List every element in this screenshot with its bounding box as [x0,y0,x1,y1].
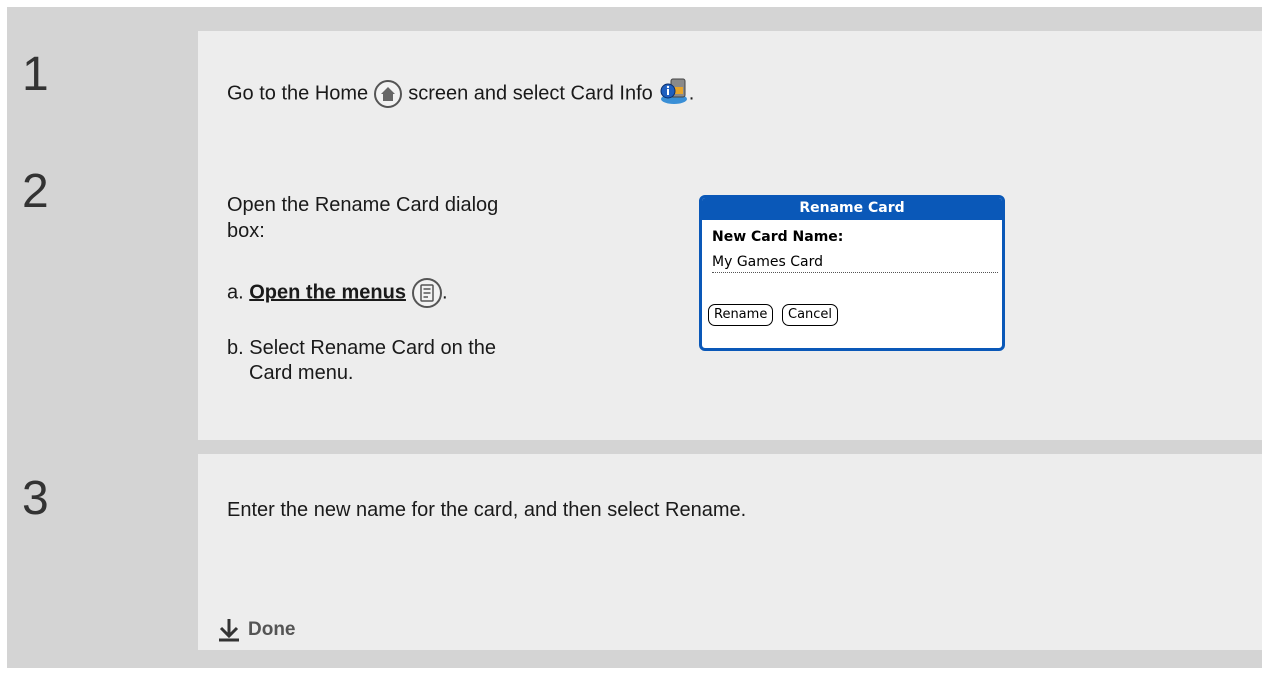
home-icon [374,80,403,108]
rename-card-dialog: Rename Card New Card Name: My Games Card… [699,195,1005,351]
step-1-text-before: Go to the Home [227,82,369,105]
cancel-button[interactable]: Cancel [782,304,839,326]
sub-b-marker: b. [227,337,244,359]
sub-a-after: . [441,281,448,304]
step-number: 3 [22,472,49,525]
sub-b-text: Select Rename Card on the [249,337,497,359]
open-menus-link[interactable]: Open the menus [249,281,406,303]
sub-a-marker: a. [227,281,244,304]
step-3-text: Enter the new name for the card, and the… [227,499,747,521]
step-1-text: Go to the Home screen and select Card In… [227,77,694,111]
step-1-content: Go to the Home screen and select Card In… [198,31,1262,152]
menu-icon [411,278,442,308]
step-2-sub-a: a. Open the menus . [227,278,448,308]
done-label: Done [248,619,296,640]
step-number: 2 [22,165,49,218]
step-2-intro-line1: Open the Rename Card dialog [227,194,499,216]
step-1-text-middle: screen and select Card Info [408,82,653,105]
dialog-title: Rename Card [702,198,1002,220]
step-2-sub-b-line1: b. Select Rename Card on the [227,336,496,360]
step-2-sub-b-line2: Card menu. [249,362,354,384]
card-info-icon [659,77,689,111]
step-3-content: Enter the new name for the card, and the… [198,454,1262,650]
new-card-name-label: New Card Name: [712,229,844,245]
rename-button[interactable]: Rename [708,304,774,326]
down-arrow-icon [218,618,240,647]
step-1-text-after: . [688,82,695,105]
card-name-field[interactable]: My Games Card [712,254,998,273]
step-number: 1 [22,48,49,101]
step-2-intro-line2: box: [227,220,265,242]
